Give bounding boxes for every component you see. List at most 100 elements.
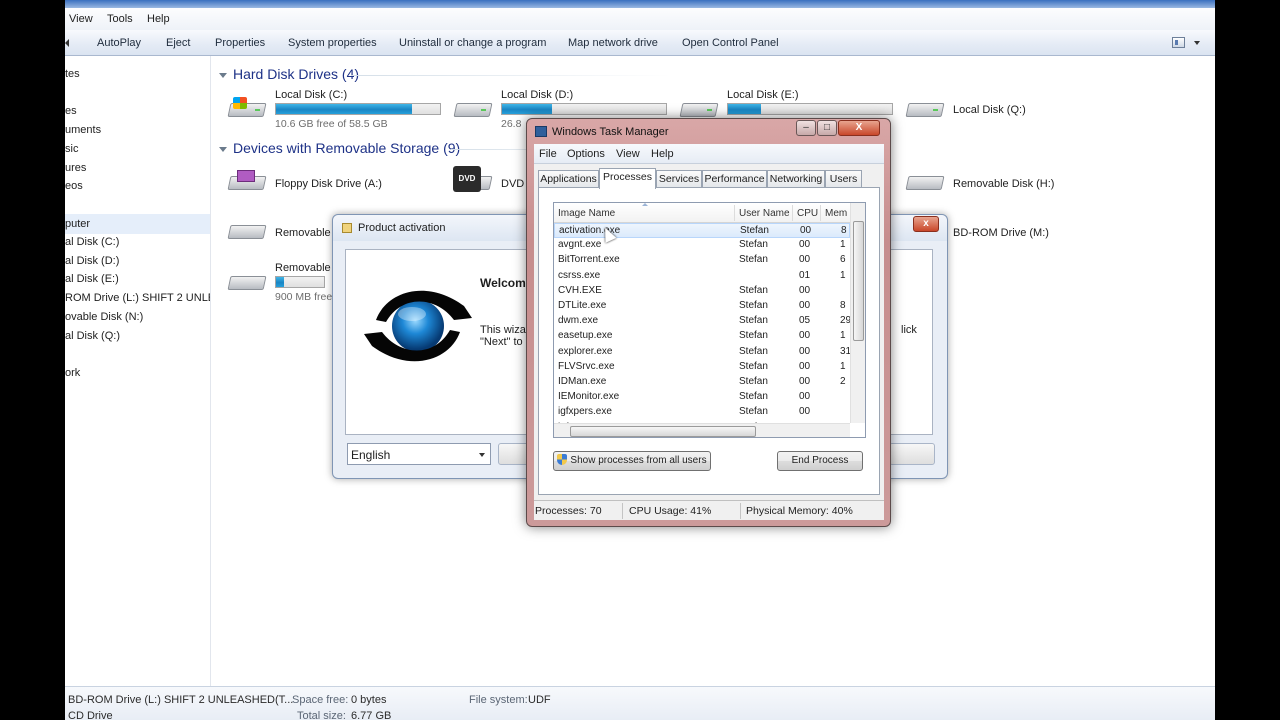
process-row[interactable]: dwm.exe Stefan 05 29	[554, 314, 851, 329]
nav-item-pictures[interactable]: ures	[65, 162, 86, 174]
minimize-button[interactable]: –	[796, 120, 816, 136]
process-image-name: IDMan.exe	[558, 376, 607, 387]
navigation-pane: tes es uments sic ures eos puter al Disk…	[65, 56, 211, 686]
system-properties-button[interactable]: System properties	[288, 37, 377, 49]
process-row[interactable]: activation.exe Stefan 00 8	[554, 223, 850, 238]
column-user-name[interactable]: User Name	[739, 208, 790, 219]
autoplay-button[interactable]: AutoPlay	[97, 37, 141, 49]
process-row[interactable]: csrss.exe 01 1	[554, 269, 850, 284]
nav-item-removable-n[interactable]: ovable Disk (N:)	[65, 311, 143, 323]
drive-free-space: 10.6 GB free of 58.5 GB	[275, 118, 388, 130]
chevron-down-icon	[479, 453, 485, 457]
process-row[interactable]: CVH.EXE Stefan 00	[554, 284, 850, 299]
properties-button[interactable]: Properties	[215, 37, 265, 49]
change-view-icon[interactable]	[1172, 37, 1185, 48]
drive-local-disk-q[interactable]: Local Disk (Q:)	[905, 96, 1135, 138]
process-cpu: 00	[799, 284, 811, 296]
eject-button[interactable]: Eject	[166, 37, 190, 49]
nav-item-local-disk-d[interactable]: al Disk (D:)	[65, 255, 119, 267]
column-image-name[interactable]: Image Name	[558, 208, 615, 219]
removable-disk-icon	[227, 219, 267, 245]
removable-disk-icon	[905, 170, 945, 196]
collapse-triangle-icon	[219, 72, 227, 78]
menu-help[interactable]: Help	[147, 13, 170, 25]
process-row[interactable]: igfxpers.exe Stefan 00	[554, 405, 850, 420]
close-button[interactable]: X	[838, 120, 880, 136]
menu-view[interactable]: View	[616, 148, 640, 160]
nav-item-local-disk-e[interactable]: al Disk (E:)	[65, 273, 119, 285]
scroll-thumb[interactable]	[570, 426, 756, 437]
maximize-button[interactable]: □	[817, 120, 837, 136]
column-memory[interactable]: Mem	[825, 208, 847, 219]
nav-item-music[interactable]: sic	[65, 143, 78, 155]
menu-tools[interactable]: Tools	[107, 13, 133, 25]
process-memory: 1	[840, 360, 846, 372]
command-bar-scroll-left-icon[interactable]	[65, 39, 69, 47]
open-control-panel-button[interactable]: Open Control Panel	[682, 37, 779, 49]
drive-usage-bar	[275, 276, 325, 288]
task-manager-statusbar: Processes: 70 CPU Usage: 41% Physical Me…	[534, 500, 884, 520]
nav-item-favorites[interactable]: tes	[65, 68, 80, 80]
tab-users[interactable]: Users	[825, 170, 862, 188]
explorer-menubar: View Tools Help	[65, 8, 1215, 30]
task-manager-body: Applications Processes Services Performa…	[534, 164, 884, 500]
uninstall-program-button[interactable]: Uninstall or change a program	[399, 37, 546, 49]
process-row[interactable]: easetup.exe Stefan 00 1	[554, 329, 850, 344]
collapse-triangle-icon	[219, 146, 227, 152]
process-row[interactable]: DTLite.exe Stefan 00 8	[554, 299, 850, 314]
show-all-processes-button[interactable]: Show processes from all users	[553, 451, 711, 471]
end-process-button[interactable]: End Process	[777, 451, 863, 471]
language-select[interactable]: English	[347, 443, 491, 465]
tab-networking[interactable]: Networking	[767, 170, 825, 188]
hard-disk-icon	[453, 97, 493, 123]
process-row[interactable]: FLVSrvc.exe Stefan 00 1	[554, 360, 850, 375]
menu-file[interactable]: File	[539, 148, 557, 160]
wizard-button[interactable]	[889, 443, 935, 465]
status-cpu-usage: CPU Usage: 41%	[629, 505, 712, 517]
menu-options[interactable]: Options	[567, 148, 605, 160]
map-network-drive-button[interactable]: Map network drive	[568, 37, 658, 49]
process-cpu: 01	[799, 269, 811, 281]
nav-item-videos[interactable]: eos	[65, 180, 83, 192]
process-row[interactable]: BitTorrent.exe Stefan 00 6	[554, 253, 850, 268]
nav-item-computer[interactable]: puter	[65, 218, 90, 230]
process-row[interactable]: IEMonitor.exe Stefan 00	[554, 390, 850, 405]
drive-local-disk-c[interactable]: Local Disk (C:) 10.6 GB free of 58.5 GB	[227, 89, 457, 131]
drive-floppy-a[interactable]: Floppy Disk Drive (A:)	[227, 170, 457, 212]
nav-item-local-disk-c[interactable]: al Disk (C:)	[65, 236, 119, 248]
nav-item-bd-rom-l[interactable]: ROM Drive (L:) SHIFT 2 UNLEAS	[65, 292, 210, 304]
tab-services[interactable]: Services	[656, 170, 702, 188]
drive-name: Removable I	[275, 262, 337, 274]
menu-view[interactable]: View	[69, 13, 93, 25]
process-image-name: avgnt.exe	[558, 239, 602, 251]
tab-processes[interactable]: Processes	[599, 168, 656, 189]
drive-name: Removable I	[275, 227, 337, 239]
task-manager-icon	[535, 126, 547, 137]
nav-item-network[interactable]: ork	[65, 367, 80, 379]
close-button[interactable]: x	[913, 216, 939, 232]
horizontal-scrollbar[interactable]	[554, 423, 850, 437]
drive-usage-fill	[502, 104, 552, 114]
drive-name: Local Disk (E:)	[727, 89, 799, 101]
tab-performance[interactable]: Performance	[702, 170, 767, 188]
process-row[interactable]: explorer.exe Stefan 00 31	[554, 345, 851, 360]
view-options-chevron-down-icon[interactable]	[1194, 41, 1200, 45]
nav-item-local-disk-q[interactable]: al Disk (Q:)	[65, 330, 120, 342]
nav-item-libraries[interactable]: es	[65, 105, 77, 117]
group-removable-storage[interactable]: Devices with Removable Storage (9)	[219, 140, 460, 156]
explorer-command-bar: AutoPlay Eject Properties System propert…	[65, 30, 1215, 56]
drive-removable-h[interactable]: Removable Disk (H:)	[905, 170, 1135, 212]
tab-applications[interactable]: Applications	[538, 170, 599, 188]
process-memory: 8	[840, 300, 846, 311]
process-user-name: Stefan	[739, 360, 768, 372]
nav-item-documents[interactable]: uments	[65, 124, 101, 136]
scroll-thumb[interactable]	[853, 221, 864, 341]
vertical-scrollbar[interactable]	[850, 203, 865, 423]
process-row[interactable]: avgnt.exe Stefan 00 1	[554, 238, 850, 253]
column-cpu[interactable]: CPU	[797, 208, 818, 219]
process-row[interactable]: IDMan.exe Stefan 00 2	[554, 375, 850, 390]
group-hard-disk-drives[interactable]: Hard Disk Drives (4)	[219, 66, 359, 82]
menu-help[interactable]: Help	[651, 148, 674, 160]
drive-usage-fill	[276, 277, 284, 287]
tab-strip: Applications Processes Services Performa…	[538, 168, 878, 189]
